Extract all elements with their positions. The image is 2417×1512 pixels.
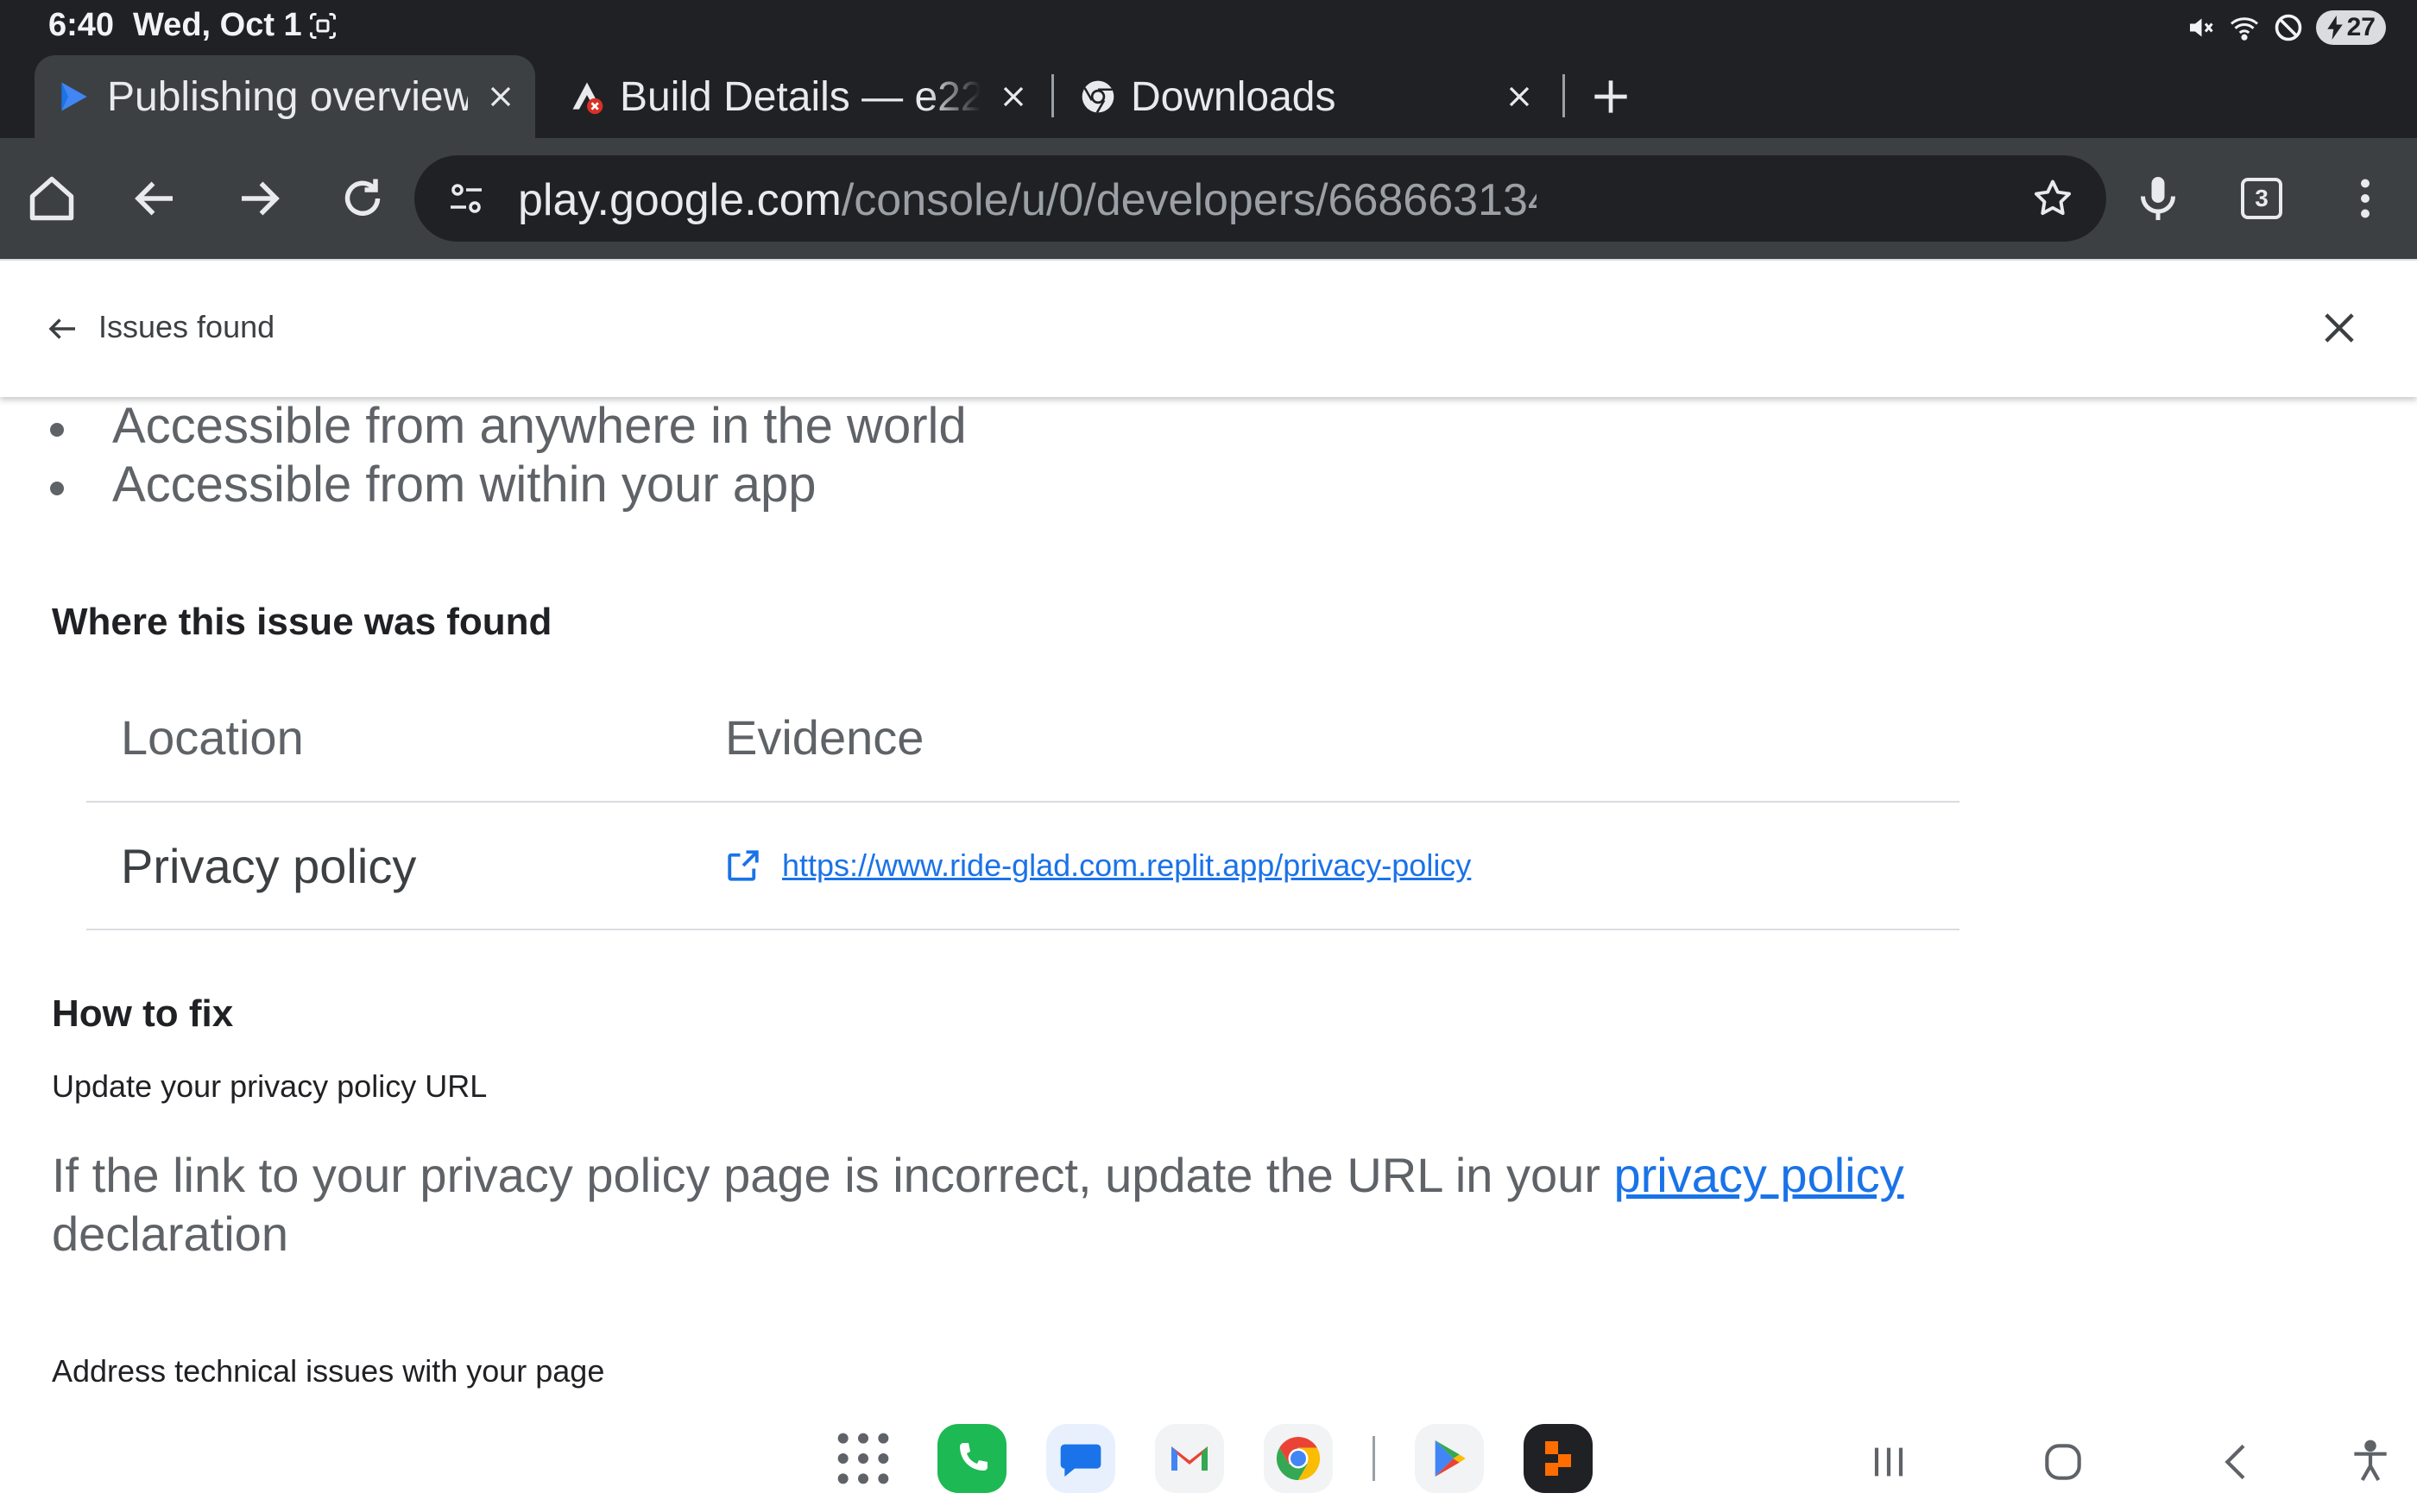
tab-title: Publishing overview <box>107 73 468 120</box>
url-path: /console/u/0/developers/6686631343869658… <box>841 175 1537 225</box>
tab-count: 3 <box>2255 185 2269 211</box>
back-arrow-icon[interactable] <box>45 311 81 347</box>
where-found-heading: Where this issue was found <box>52 601 552 643</box>
evidence-link[interactable]: https://www.ride-glad.com.replit.app/pri… <box>782 847 1471 884</box>
tab-title: Build Details — e227c <box>620 73 981 120</box>
app-icon[interactable] <box>1524 1424 1593 1493</box>
tab-switcher-button[interactable]: 3 <box>2241 178 2282 219</box>
back-nav-icon[interactable] <box>2213 1438 2262 1486</box>
status-time: 6:40 <box>48 7 115 43</box>
wifi-icon <box>2230 17 2258 41</box>
battery-level: 27 <box>2346 13 2376 41</box>
more-menu-icon[interactable] <box>2339 173 2391 224</box>
close-tab-icon[interactable] <box>1502 79 1537 114</box>
recents-icon[interactable] <box>1865 1438 1913 1486</box>
messages-icon[interactable] <box>1046 1424 1115 1493</box>
tab-build-details[interactable]: Build Details — e227c <box>561 55 1044 138</box>
mute-icon <box>2189 18 2213 37</box>
tab-strip: Publishing overview Build Details — e227… <box>0 55 2417 138</box>
microphone-icon[interactable] <box>2132 173 2184 224</box>
phone-icon[interactable] <box>937 1424 1007 1493</box>
requirements-list: Accessible from anywhere in the world Ac… <box>48 397 967 514</box>
tab-title: Downloads <box>1131 73 1336 120</box>
table-header: Location Evidence <box>86 673 1959 803</box>
bookmark-star-icon[interactable] <box>2030 176 2075 221</box>
dock-separator <box>1373 1436 1375 1481</box>
chrome-icon[interactable] <box>1264 1424 1333 1493</box>
play-console-icon <box>61 82 87 111</box>
home-nav-icon[interactable] <box>2039 1438 2087 1486</box>
battery-indicator: 27 <box>2315 10 2386 45</box>
app-dock <box>829 1424 1593 1493</box>
tab-separator <box>1562 74 1565 117</box>
issue-details: Accessible from anywhere in the world Ac… <box>0 397 2417 1398</box>
close-tab-icon[interactable] <box>996 79 1031 114</box>
address-bar[interactable]: play.google.com/console/u/0/developers/6… <box>414 155 2106 242</box>
status-bar: 6:40 Wed, Oct 1 27 <box>0 0 2417 55</box>
close-tab-icon[interactable] <box>483 79 518 114</box>
accessibility-icon[interactable] <box>2346 1438 2395 1486</box>
tab-separator <box>1051 74 1054 117</box>
site-info-icon[interactable] <box>445 178 487 219</box>
location-cell: Privacy policy <box>121 838 417 893</box>
browser-toolbar: play.google.com/console/u/0/developers/6… <box>0 138 2417 259</box>
fix-text-end: declaration <box>52 1206 288 1261</box>
evidence-table: Location Evidence Privacy policy https:/… <box>86 673 1959 930</box>
screen-capture-icon <box>310 13 336 39</box>
list-item: Accessible from within your app <box>48 456 967 514</box>
expo-error-icon <box>572 82 603 115</box>
play-store-icon[interactable] <box>1415 1424 1484 1493</box>
column-header-location: Location <box>121 709 304 765</box>
status-date: Wed, Oct 1 <box>133 7 302 43</box>
forward-arrow-icon[interactable] <box>233 173 285 224</box>
url-host: play.google.com <box>518 175 842 225</box>
fix-subheading: Update your privacy policy URL <box>52 1068 488 1104</box>
privacy-policy-link[interactable]: privacy policy <box>1613 1148 1903 1202</box>
issues-header: Issues found <box>0 259 2417 397</box>
table-row: Privacy policy https://www.ride-glad.com… <box>86 803 1959 930</box>
do-not-disturb-icon <box>2275 14 2301 41</box>
technical-issues-subheading: Address technical issues with your page <box>52 1353 605 1389</box>
charging-icon <box>2326 16 2343 40</box>
tab-publishing-overview[interactable]: Publishing overview <box>35 55 535 138</box>
apps-grid-icon[interactable] <box>829 1424 898 1493</box>
reload-icon[interactable] <box>337 173 388 224</box>
fix-text: If the link to your privacy policy page … <box>52 1148 1614 1202</box>
how-to-fix-heading: How to fix <box>52 992 234 1035</box>
status-icons: 27 <box>2185 9 2386 47</box>
column-header-evidence: Evidence <box>725 709 925 765</box>
back-arrow-icon[interactable] <box>129 173 181 224</box>
url-text[interactable]: play.google.com/console/u/0/developers/6… <box>518 174 1537 226</box>
open-in-new-icon[interactable] <box>725 847 761 884</box>
close-icon[interactable] <box>2317 306 2362 350</box>
chrome-icon <box>1082 80 1114 113</box>
list-item: Accessible from anywhere in the world <box>48 397 967 456</box>
taskbar <box>0 1398 2417 1512</box>
new-tab-icon[interactable] <box>1587 72 1635 121</box>
fix-description: If the link to your privacy policy page … <box>52 1146 1951 1263</box>
evidence-cell: https://www.ride-glad.com.replit.app/pri… <box>725 803 1471 929</box>
home-icon[interactable] <box>26 173 78 224</box>
tab-downloads[interactable]: Downloads <box>1076 55 1550 138</box>
page-title: Issues found <box>98 309 275 344</box>
gmail-icon[interactable] <box>1155 1424 1224 1493</box>
